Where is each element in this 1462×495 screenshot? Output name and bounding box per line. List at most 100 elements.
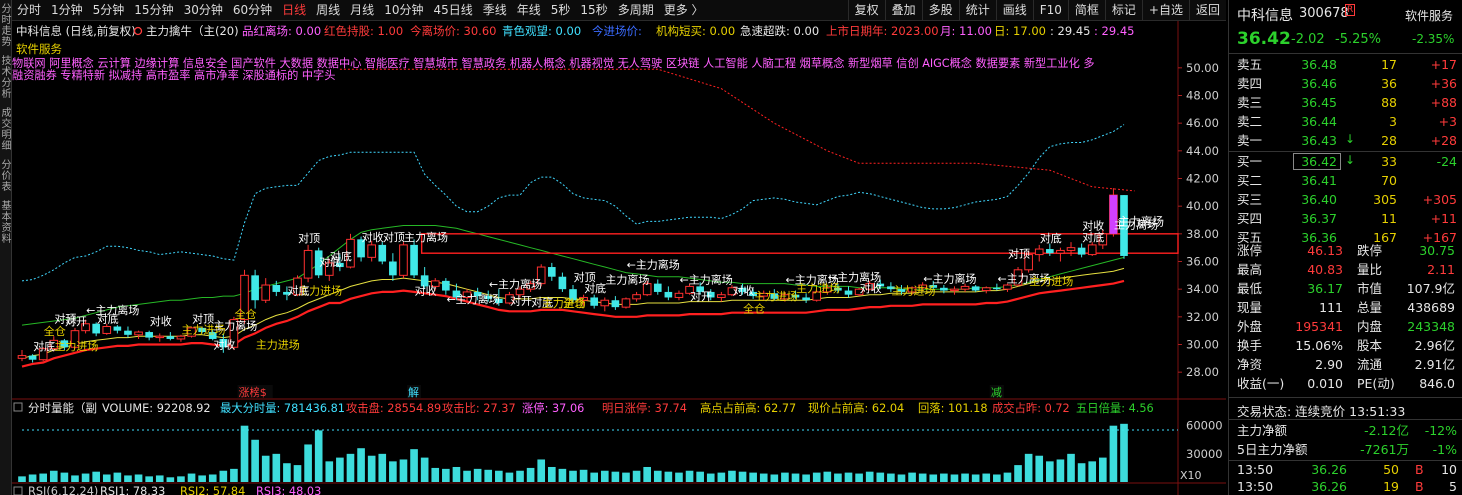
candle-body[interactable]	[399, 244, 408, 276]
candle-body[interactable]	[1056, 249, 1065, 254]
ask-row[interactable]: 卖五 36.48 17 +17	[1229, 55, 1462, 74]
candle-body[interactable]	[155, 335, 165, 339]
candle-body[interactable]	[272, 285, 281, 292]
candle-body[interactable]	[367, 244, 376, 258]
tool-button-3[interactable]: 统计	[958, 0, 996, 21]
candle-body[interactable]	[1003, 284, 1012, 290]
candle-body[interactable]	[674, 292, 684, 298]
candle-body[interactable]	[113, 326, 122, 331]
bid-row[interactable]: 买四 36.37 11 +11	[1229, 209, 1462, 228]
candle-body[interactable]	[600, 299, 610, 307]
period-tab-7[interactable]: 周线	[311, 0, 345, 21]
tool-button-0[interactable]: 复权	[847, 0, 885, 21]
period-tab-1[interactable]: 1分钟	[46, 0, 88, 21]
candle-body[interactable]	[664, 291, 673, 298]
candle-body[interactable]	[844, 290, 853, 295]
candle-body[interactable]	[1087, 244, 1097, 256]
collapse-icon[interactable]	[13, 402, 23, 412]
tool-button-5[interactable]: F10	[1032, 0, 1068, 21]
candle-body[interactable]	[1034, 248, 1044, 256]
period-tab-16[interactable]: 更多 〉	[659, 0, 709, 21]
flow-row[interactable]: 5日主力净额 -7261万 -1%	[1229, 440, 1462, 459]
candle-body[interactable]	[590, 297, 599, 306]
left-tab-3[interactable]: 分价表	[1, 160, 12, 193]
stat-row[interactable]: 收益(一) 0.010 PE(动) 846.0	[1229, 374, 1462, 393]
left-tab-2[interactable]: 成交明细	[1, 108, 12, 152]
candle-body[interactable]	[389, 261, 397, 276]
bid-row[interactable]: 买三 36.40 305 +305	[1229, 190, 1462, 209]
industry-tag[interactable]: 软件服务	[1405, 7, 1453, 24]
candle-body[interactable]	[251, 275, 259, 301]
left-tab-0[interactable]: 分时走势	[1, 4, 12, 48]
candle-body[interactable]	[993, 287, 1001, 290]
left-tab-4[interactable]: 基本资料	[1, 201, 12, 245]
tool-button-7[interactable]: 标记	[1104, 0, 1142, 21]
collapse-icon[interactable]	[13, 486, 23, 495]
stat-row[interactable]: 涨停 46.13 跌停 30.75	[1229, 241, 1462, 260]
candle-body[interactable]	[950, 288, 959, 292]
tool-button-1[interactable]: 叠加	[884, 0, 922, 21]
tool-button-6[interactable]: 简框	[1067, 0, 1105, 21]
flow-row[interactable]: 主力净额 -2.12亿 -12%	[1229, 421, 1462, 440]
candle-body[interactable]	[653, 283, 662, 292]
kline-chart[interactable]: 50.00 48.00 46.00 44.00 42.00 40.00 38.00 36.00…	[12, 21, 1226, 495]
stat-row[interactable]: 现量 111 总量 438689	[1229, 298, 1462, 317]
stat-row[interactable]: 最低 36.17 市值 107.9亿	[1229, 279, 1462, 298]
candle-body[interactable]	[17, 355, 27, 359]
tool-button-8[interactable]: +自选	[1141, 0, 1189, 21]
candle-body[interactable]	[102, 326, 112, 334]
ask-row[interactable]: 卖四 36.46 36 +36	[1229, 74, 1462, 93]
period-tab-11[interactable]: 季线	[478, 0, 512, 21]
period-tab-14[interactable]: 15秒	[575, 0, 612, 21]
period-tab-3[interactable]: 15分钟	[129, 0, 178, 21]
candle-body[interactable]	[176, 335, 186, 340]
candle-body[interactable]	[802, 297, 810, 301]
period-tab-4[interactable]: 30分钟	[179, 0, 228, 21]
period-tab-6[interactable]: 日线	[277, 0, 311, 21]
candle-body[interactable]	[303, 249, 313, 279]
candle-body[interactable]	[971, 286, 980, 291]
tool-button-9[interactable]: 返回	[1188, 0, 1226, 21]
tick-row[interactable]: 13:50 36.26 19 B 5	[1229, 477, 1462, 495]
tool-button-2[interactable]: 多股	[921, 0, 959, 21]
candle-body[interactable]	[611, 300, 620, 308]
candle-body[interactable]	[28, 355, 37, 360]
period-tab-10[interactable]: 45日线	[428, 0, 477, 21]
period-tab-0[interactable]: 分时	[12, 0, 46, 21]
candle-body[interactable]	[145, 332, 153, 338]
candle-body[interactable]	[621, 298, 631, 308]
candle-body[interactable]	[378, 244, 387, 262]
stat-row[interactable]: 净资 2.90 流通 2.91亿	[1229, 355, 1462, 374]
bid-row[interactable]: 买二 36.41 70	[1229, 171, 1462, 190]
stat-row[interactable]: 最高 40.83 量比 2.11	[1229, 260, 1462, 279]
candle-body[interactable]	[134, 331, 143, 336]
candle-body[interactable]	[261, 284, 271, 301]
tool-button-4[interactable]: 画线	[995, 0, 1033, 21]
left-tab-1[interactable]: 技术分析	[1, 56, 12, 100]
ask-row[interactable]: 卖二 36.44 3 +3	[1229, 112, 1462, 131]
period-tab-13[interactable]: 5秒	[546, 0, 576, 21]
period-tab-8[interactable]: 月线	[345, 0, 379, 21]
candle-body[interactable]	[166, 336, 175, 339]
candle-body[interactable]	[1066, 247, 1076, 251]
candle-body[interactable]	[410, 244, 418, 276]
period-tab-2[interactable]: 5分钟	[88, 0, 130, 21]
candle-body[interactable]	[558, 276, 567, 290]
stat-row[interactable]: 换手 15.06% 股本 2.96亿	[1229, 336, 1462, 355]
candle-body[interactable]	[632, 294, 641, 300]
period-tab-9[interactable]: 10分钟	[379, 0, 428, 21]
candle-body[interactable]	[547, 267, 556, 277]
candle-body[interactable]	[960, 285, 970, 290]
candle-body[interactable]	[940, 287, 948, 291]
candle-body[interactable]	[981, 287, 991, 292]
stat-row[interactable]: 外盘 195341 内盘 243348	[1229, 317, 1462, 336]
candle-body[interactable]	[1077, 247, 1086, 255]
candle-body[interactable]	[442, 280, 450, 291]
ask-row[interactable]: 卖三 36.45 88 +88	[1229, 93, 1462, 112]
period-tab-12[interactable]: 年线	[512, 0, 546, 21]
candle-body[interactable]	[124, 330, 132, 335]
candle-body[interactable]	[1046, 249, 1054, 254]
period-tab-5[interactable]: 60分钟	[228, 0, 277, 21]
period-tab-15[interactable]: 多周期	[613, 0, 659, 21]
candle-body[interactable]	[717, 294, 726, 298]
